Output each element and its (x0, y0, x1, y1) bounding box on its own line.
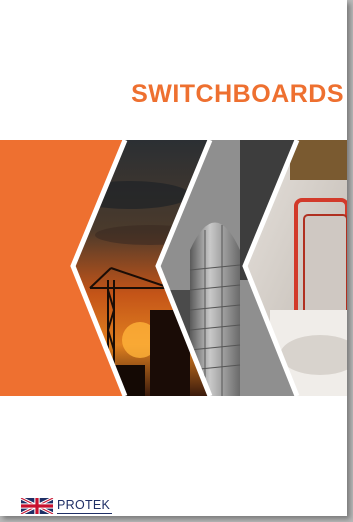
photo-banner (0, 140, 347, 396)
brand-logo: PROTEK (20, 498, 113, 514)
brand-name: PROTEK (57, 498, 113, 514)
cover-page: SWITCHBOARDS PROTEK (0, 0, 347, 516)
uk-flag-icon (20, 498, 54, 514)
cover-title: SWITCHBOARDS (131, 80, 344, 108)
